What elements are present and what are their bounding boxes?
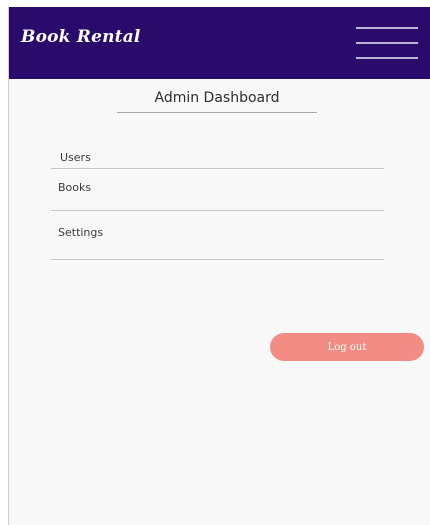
app-screen: Book Rental Admin Dashboard Users Books …	[8, 7, 430, 525]
nav-item-users[interactable]: Users	[51, 148, 384, 169]
menu-bar-line	[356, 57, 418, 59]
logout-button[interactable]: Log out	[270, 333, 424, 361]
page-title: Admin Dashboard	[117, 90, 317, 113]
menu-bar-line	[356, 42, 418, 44]
nav-item-label: Users	[60, 151, 91, 164]
nav-item-label: Books	[58, 181, 92, 194]
brand-logo[interactable]: Book Rental	[21, 27, 141, 47]
top-bar: Book Rental	[9, 7, 430, 79]
hamburger-menu-icon[interactable]	[356, 24, 418, 62]
menu-bar-line	[356, 27, 418, 29]
nav-item-books[interactable]: Books	[51, 178, 384, 211]
nav-item-settings[interactable]: Settings	[51, 221, 384, 260]
nav-item-label: Settings	[58, 226, 104, 239]
